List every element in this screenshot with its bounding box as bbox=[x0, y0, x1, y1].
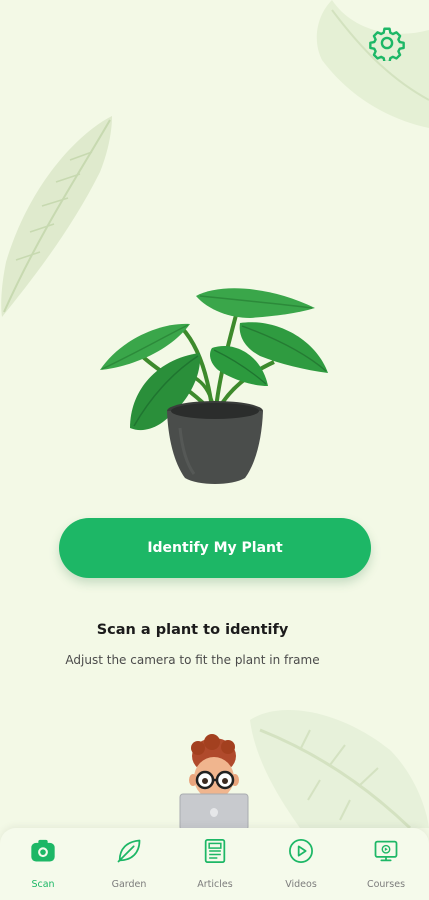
scan-instructions: Adjust the camera to fit the plant in fr… bbox=[65, 653, 320, 667]
article-icon bbox=[200, 836, 230, 866]
play-icon bbox=[286, 836, 316, 866]
decorative-leaf-bottom-right bbox=[250, 710, 429, 828]
plant-illustration bbox=[100, 288, 328, 484]
camera-icon bbox=[28, 836, 58, 866]
settings-button[interactable] bbox=[364, 20, 410, 66]
bottom-navigation: Scan Garden Articles Videos Courses bbox=[0, 828, 429, 900]
identify-plant-button[interactable]: Identify My Plant bbox=[59, 518, 371, 578]
nav-label-articles: Articles bbox=[197, 879, 233, 890]
nav-item-articles[interactable]: Articles bbox=[172, 828, 258, 900]
nav-label-courses: Courses bbox=[366, 879, 406, 890]
nav-label-garden: Garden bbox=[111, 879, 147, 890]
nav-label-videos: Videos bbox=[285, 879, 317, 890]
scan-heading: Scan a plant to identify bbox=[96, 622, 289, 638]
nav-label-scan: Scan bbox=[31, 879, 55, 890]
courses-icon bbox=[371, 836, 401, 866]
leaf-icon bbox=[114, 836, 144, 866]
nav-item-videos[interactable]: Videos bbox=[258, 828, 344, 900]
avatar[interactable] bbox=[174, 734, 254, 830]
nav-item-courses[interactable]: Courses bbox=[343, 828, 429, 900]
nav-item-scan[interactable]: Scan bbox=[0, 828, 86, 900]
plant-scan-screen: Identify My Plant Scan a plant to identi… bbox=[0, 0, 429, 900]
nav-item-garden[interactable]: Garden bbox=[86, 828, 172, 900]
gear-icon bbox=[369, 27, 405, 61]
